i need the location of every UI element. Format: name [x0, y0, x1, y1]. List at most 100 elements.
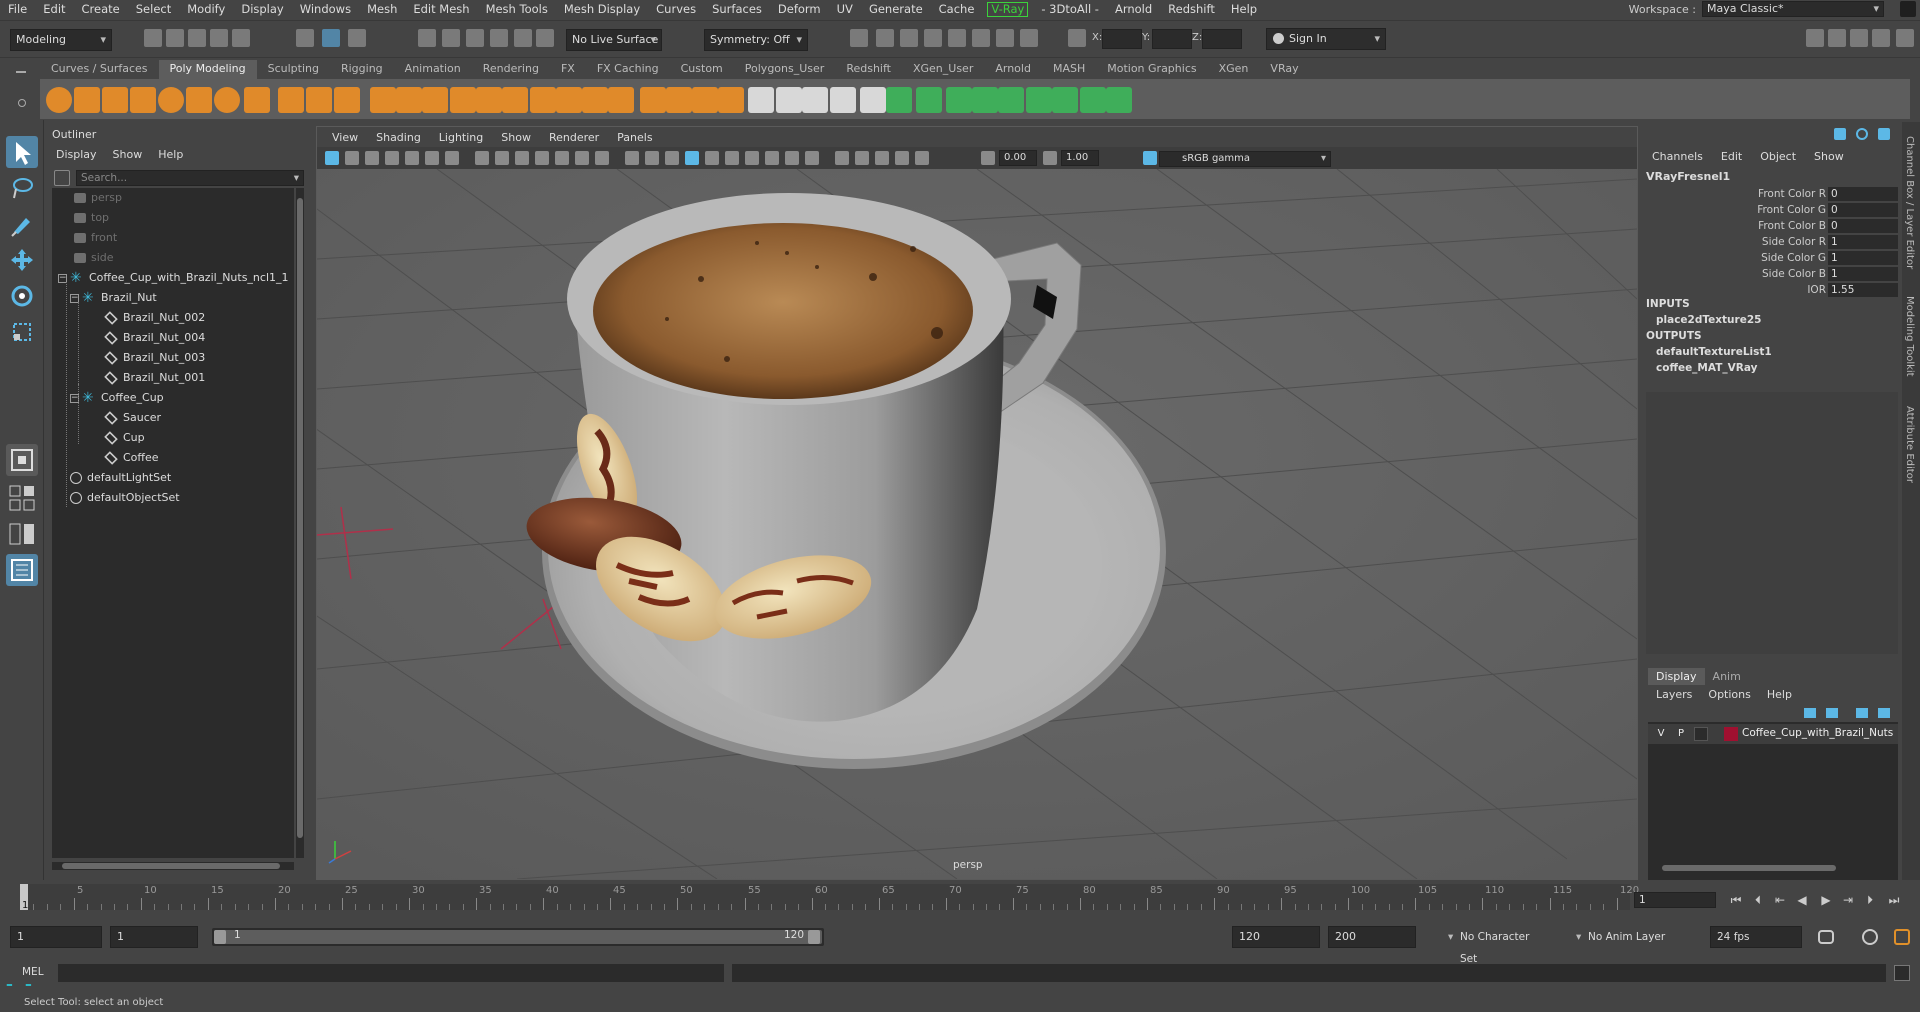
- range-end-handle[interactable]: [808, 930, 820, 944]
- select-component-icon[interactable]: [348, 29, 366, 47]
- layer-menu-layers[interactable]: Layers: [1656, 688, 1692, 701]
- lock-camera-icon[interactable]: [345, 151, 359, 165]
- gate-mask-icon[interactable]: [535, 151, 549, 165]
- viewport-menu-shading[interactable]: Shading: [367, 131, 430, 144]
- menu-mesh[interactable]: Mesh: [359, 0, 405, 18]
- tab-anim[interactable]: Anim: [1705, 668, 1749, 685]
- attribute-value[interactable]: 0: [1828, 203, 1898, 217]
- auto-key-icon[interactable]: [1862, 929, 1878, 945]
- menu-windows[interactable]: Windows: [292, 0, 359, 18]
- attribute-editor-icon[interactable]: [1828, 29, 1846, 47]
- snap-surface-icon[interactable]: [514, 29, 532, 47]
- shelf-tab-sculpting[interactable]: Sculpting: [257, 60, 330, 79]
- tab-display[interactable]: Display: [1648, 668, 1705, 685]
- viewport-menu-renderer[interactable]: Renderer: [540, 131, 608, 144]
- command-input[interactable]: [58, 964, 724, 982]
- screen-space-ao-icon[interactable]: [745, 151, 759, 165]
- menu-select[interactable]: Select: [128, 0, 179, 18]
- append-icon[interactable]: [608, 87, 634, 113]
- shelf-tab-polygons-user[interactable]: Polygons_User: [734, 60, 836, 79]
- history-icon[interactable]: [850, 29, 868, 47]
- textured-icon[interactable]: [685, 151, 699, 165]
- shelf-tab-fx-caching[interactable]: FX Caching: [586, 60, 670, 79]
- pause-icon[interactable]: [1020, 29, 1038, 47]
- grab-icon[interactable]: [972, 87, 998, 113]
- outliner-item-brazil-nut-001[interactable]: Brazil_Nut_001: [104, 368, 205, 388]
- isolate-select-icon[interactable]: [835, 151, 849, 165]
- shelf-settings-icon[interactable]: [18, 99, 26, 107]
- channel-box-icon[interactable]: [1872, 29, 1890, 47]
- single-view-icon[interactable]: [6, 444, 38, 476]
- step-back-frame-icon[interactable]: ⏴: [1750, 892, 1766, 908]
- menu-uv[interactable]: UV: [829, 0, 861, 18]
- cb-menu-channels[interactable]: Channels: [1652, 150, 1703, 163]
- layer-action-icons[interactable]: [1804, 708, 1894, 720]
- outliner-item-defaultlightset[interactable]: defaultLightSet: [70, 468, 171, 488]
- color-space-dropdown[interactable]: sRGB gamma: [1159, 151, 1331, 167]
- play-backwards-icon[interactable]: ◀: [1794, 892, 1810, 908]
- live-surface-field[interactable]: No Live Surface: [566, 29, 662, 51]
- resolution-gate-icon[interactable]: [515, 151, 529, 165]
- attribute-label[interactable]: Front Color R: [1758, 186, 1826, 202]
- four-view-icon[interactable]: [6, 482, 38, 514]
- extrude-icon[interactable]: [640, 87, 666, 113]
- output-node[interactable]: coffee_MAT_VRay: [1656, 362, 1757, 374]
- new-scene-icon[interactable]: [144, 29, 162, 47]
- menu-help[interactable]: Help: [1223, 0, 1265, 18]
- layer-horizontal-scrollbar[interactable]: [1656, 864, 1886, 872]
- menuset-dropdown[interactable]: Modeling: [10, 29, 112, 51]
- shelf-tab-xgen-user[interactable]: XGen_User: [902, 60, 984, 79]
- menu-arnold[interactable]: Arnold: [1107, 0, 1160, 18]
- pinch-icon[interactable]: [1026, 87, 1052, 113]
- boolean-icon[interactable]: [450, 87, 476, 113]
- shelf-menu-icon[interactable]: [16, 71, 26, 73]
- rotate-tool-icon[interactable]: [6, 280, 38, 312]
- viewport-scene[interactable]: [317, 169, 1637, 879]
- select-object-icon[interactable]: [322, 29, 340, 47]
- tab-channel-box[interactable]: Channel Box / Layer Editor: [1904, 136, 1915, 269]
- layer-menu-options[interactable]: Options: [1708, 688, 1750, 701]
- field-chart-icon[interactable]: [555, 151, 569, 165]
- xray-icon[interactable]: [855, 151, 869, 165]
- use-all-lights-icon[interactable]: [705, 151, 719, 165]
- shelf-tab-custom[interactable]: Custom: [670, 60, 734, 79]
- layer-menu-help[interactable]: Help: [1767, 688, 1792, 701]
- shelf-tab-arnold[interactable]: Arnold: [984, 60, 1042, 79]
- undo-icon[interactable]: [210, 29, 228, 47]
- menu-cache[interactable]: Cache: [931, 0, 983, 18]
- outliner-item-defaultobjectset[interactable]: defaultObjectSet: [70, 488, 180, 508]
- render-frame-icon[interactable]: [876, 29, 894, 47]
- attribute-label[interactable]: IOR: [1807, 282, 1826, 298]
- attribute-value[interactable]: 0: [1828, 219, 1898, 233]
- bevel-icon[interactable]: [666, 87, 692, 113]
- menu-edit[interactable]: Edit: [35, 0, 73, 18]
- film-gate-icon[interactable]: [495, 151, 509, 165]
- mirror-icon[interactable]: [530, 87, 556, 113]
- paint-select-icon[interactable]: [6, 208, 38, 240]
- open-scene-icon[interactable]: [166, 29, 184, 47]
- smooth-shade-icon[interactable]: [645, 151, 659, 165]
- tab-modeling-toolkit[interactable]: Modeling Toolkit: [1904, 296, 1915, 377]
- anti-aliasing-icon[interactable]: [785, 151, 799, 165]
- smear-icon[interactable]: [998, 87, 1024, 113]
- layer-editor-icon[interactable]: [1896, 29, 1914, 47]
- outliner-item-persp[interactable]: persp: [74, 188, 122, 208]
- bridge-icon[interactable]: [556, 87, 582, 113]
- menu-modify[interactable]: Modify: [179, 0, 233, 18]
- channel-box-header-icons[interactable]: [1834, 128, 1894, 142]
- outliner-menu-show[interactable]: Show: [113, 148, 143, 161]
- layer-color-swatch[interactable]: [1724, 727, 1738, 741]
- snap-live-icon[interactable]: [536, 29, 554, 47]
- disc-icon[interactable]: [214, 87, 240, 113]
- 2d-pan-zoom-icon[interactable]: [425, 151, 439, 165]
- playback-end-field[interactable]: 120: [1232, 926, 1320, 948]
- attribute-value[interactable]: 1: [1828, 235, 1898, 249]
- grease-pencil-icon[interactable]: [445, 151, 459, 165]
- gamma-icon[interactable]: [1043, 151, 1057, 165]
- target-weld-icon[interactable]: [802, 87, 828, 113]
- viewport-menu-show[interactable]: Show: [492, 131, 540, 144]
- separate-icon[interactable]: [396, 87, 422, 113]
- attribute-label[interactable]: Front Color G: [1757, 202, 1826, 218]
- play-forwards-icon[interactable]: ▶: [1818, 892, 1834, 908]
- wireframe-icon[interactable]: [625, 151, 639, 165]
